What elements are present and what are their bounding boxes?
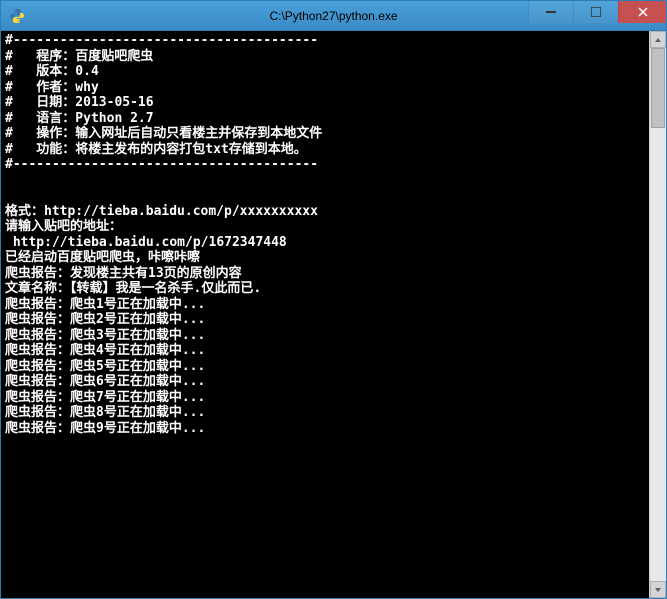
scrollbar-thumb[interactable] <box>651 48 665 128</box>
scrollbar-up-button[interactable] <box>650 31 666 48</box>
scrollbar-track[interactable] <box>650 48 666 581</box>
window-controls <box>528 1 666 30</box>
minimize-button[interactable] <box>528 1 573 23</box>
console-window: C:\Python27\python.exe #----------------… <box>0 0 667 599</box>
python-icon <box>9 8 25 24</box>
vertical-scrollbar[interactable] <box>649 31 666 598</box>
close-button[interactable] <box>618 1 666 23</box>
terminal-output: #---------------------------------------… <box>1 31 649 598</box>
scrollbar-down-button[interactable] <box>650 581 666 598</box>
terminal-wrapper: #---------------------------------------… <box>1 31 666 598</box>
maximize-button[interactable] <box>573 1 618 23</box>
window-title: C:\Python27\python.exe <box>269 9 397 23</box>
titlebar[interactable]: C:\Python27\python.exe <box>1 1 666 31</box>
